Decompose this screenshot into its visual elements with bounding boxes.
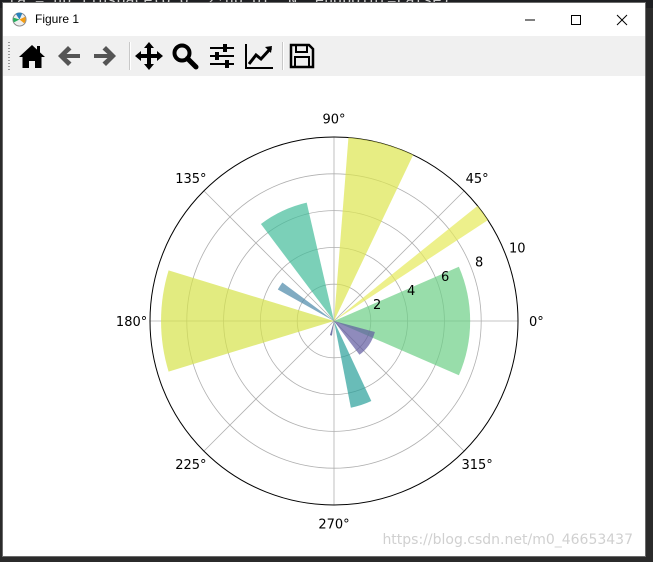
theta-tick-label: 225° [175,458,206,473]
toolbar-separator [129,42,130,70]
home-icon [19,45,45,68]
pan-button[interactable] [133,40,165,72]
magnifier-icon [172,43,199,70]
line-chart-icon [245,44,273,69]
theta-tick-label: 180° [116,315,147,330]
move-icon [135,42,163,70]
zoom-button[interactable] [169,40,201,72]
save-button[interactable] [286,40,318,72]
edit-axis-button[interactable] [243,40,275,72]
toolbar-grip[interactable] [8,42,10,70]
polar-bar [334,266,471,376]
watermark: https://blog.csdn.net/m0_46653437 [382,532,633,548]
back-button[interactable] [53,40,85,72]
radial-tick-label: 2 [373,298,381,313]
minimize-icon [525,19,535,20]
theta-tick-label: 90° [322,113,345,128]
maximize-icon [571,14,581,25]
sliders-icon [210,44,234,68]
configure-subplots-button[interactable] [206,40,238,72]
home-button[interactable] [16,40,48,72]
forward-button[interactable] [89,40,121,72]
toolbar-separator [282,42,283,70]
radial-tick-label: 10 [509,242,526,257]
figure-window: Figure 1 0° 45° 90° 135° 180° 225° 270° … [3,3,645,556]
theta-tick-label: 135° [175,172,206,187]
theta-tick-label: 315° [461,458,492,473]
close-icon [616,14,628,25]
theta-tick-label: 0° [529,315,544,330]
minimize-button[interactable] [507,3,553,36]
floppy-disk-icon [289,43,315,69]
radial-tick-label: 4 [407,284,415,299]
theta-tick-label: 45° [466,172,489,187]
figure-canvas[interactable]: 0° 45° 90° 135° 180° 225° 270° 315° 2 4 6 8 10 https… [3,76,645,556]
close-button[interactable] [599,3,645,36]
radial-tick-label: 8 [475,256,483,271]
matplotlib-app-icon [12,12,27,27]
arrow-left-icon [58,46,80,66]
title-bar[interactable]: Figure 1 [3,3,645,36]
polar-chart: 0° 45° 90° 135° 180° 225° 270° 315° 2 4 6 8 10 [116,113,544,533]
radial-tick-label: 6 [441,270,449,285]
theta-tick-label: 270° [318,517,349,532]
polar-bars [161,137,488,408]
arrow-right-icon [94,46,116,66]
navigation-toolbar [3,36,645,77]
window-title: Figure 1 [35,12,80,26]
maximize-button[interactable] [553,3,599,36]
